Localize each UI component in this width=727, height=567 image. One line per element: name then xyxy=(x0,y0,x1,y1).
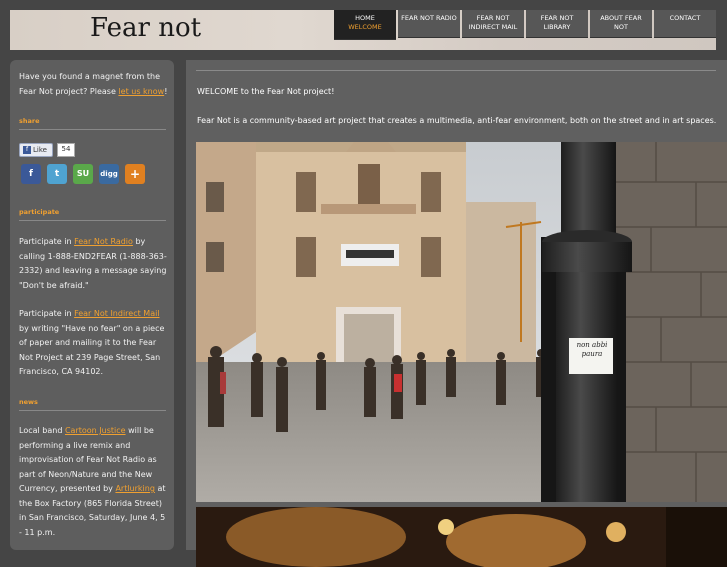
street-photo: non abbi paura xyxy=(196,142,727,502)
p2-pre: Participate in xyxy=(19,309,75,318)
nav-library-sub: LIBRARY xyxy=(543,23,571,31)
stumbleupon-share-icon[interactable]: SU xyxy=(73,164,93,184)
nav-mail-sub: INDIRECT MAIL xyxy=(468,23,518,31)
news-text: Local band Cartoon Justice will be perfo… xyxy=(19,424,169,540)
nav-home-label: HOME xyxy=(355,14,375,22)
main-content: WELCOME to the Fear Not project! Fear No… xyxy=(186,60,727,567)
second-photo-illustration xyxy=(196,507,727,567)
site-logo[interactable]: Fear not xyxy=(90,13,201,43)
nav-mail-label: FEAR NOT xyxy=(476,14,510,22)
facebook-share-icon[interactable]: f xyxy=(21,164,41,184)
like-label: Like xyxy=(33,146,47,154)
share-heading: share xyxy=(19,117,166,130)
cartoon-justice-link[interactable]: Cartoon Justice xyxy=(65,426,126,435)
n1-pre: Local band xyxy=(19,426,65,435)
nav-fear-not-radio[interactable]: FEAR NOT RADIO xyxy=(398,10,460,38)
main-nav: HOME welcome FEAR NOT RADIO FEAR NOT IND… xyxy=(334,10,718,40)
sidebar: Have you found a magnet from the Fear No… xyxy=(10,60,174,550)
second-photo xyxy=(196,507,727,567)
nav-indirect-mail[interactable]: FEAR NOT INDIRECT MAIL xyxy=(462,10,524,38)
n1-mid: will be performing a live remix and impr… xyxy=(19,426,157,493)
p2-post: by writing "Have no fear" on a piece of … xyxy=(19,323,165,377)
artlurking-link[interactable]: Artlurking xyxy=(115,484,154,493)
like-count: 54 xyxy=(57,143,75,157)
note-text: non abbi paura xyxy=(576,341,608,358)
nav-radio-label: FEAR NOT RADIO xyxy=(401,14,457,22)
participate-heading: participate xyxy=(19,208,166,221)
sidebar-intro: Have you found a magnet from the Fear No… xyxy=(19,70,169,99)
nav-about[interactable]: ABOUT FEAR NOT xyxy=(590,10,652,38)
intro-paragraph: Fear Not is a community-based art projec… xyxy=(197,116,717,125)
facebook-icon: f xyxy=(23,146,31,154)
more-share-icon[interactable]: + xyxy=(125,164,145,184)
facebook-like-button[interactable]: f Like xyxy=(19,143,53,157)
header: Fear not HOME welcome FEAR NOT RADIO FEA… xyxy=(10,10,716,50)
nav-library-label: FEAR NOT xyxy=(540,14,574,22)
nav-home[interactable]: HOME welcome xyxy=(334,10,396,40)
twitter-share-icon[interactable]: t xyxy=(47,164,67,184)
digg-share-icon[interactable]: digg xyxy=(99,164,119,184)
intro-end: ! xyxy=(164,86,168,96)
nav-contact[interactable]: CONTACT xyxy=(654,10,716,38)
p1-pre: Participate in xyxy=(19,237,75,246)
divider xyxy=(196,70,716,71)
nav-home-sub: welcome xyxy=(348,23,382,31)
nav-contact-label: CONTACT xyxy=(669,14,701,22)
welcome-text: WELCOME to the Fear Not project! xyxy=(197,87,335,96)
participate-radio-text: Participate in Fear Not Radio by calling… xyxy=(19,235,169,293)
let-us-know-link[interactable]: let us know xyxy=(118,87,164,96)
nav-library[interactable]: FEAR NOT LIBRARY xyxy=(526,10,588,38)
news-heading: news xyxy=(19,398,166,411)
fear-not-indirect-mail-link[interactable]: Fear Not Indirect Mail xyxy=(74,309,159,318)
nav-about-sub: NOT xyxy=(614,23,628,31)
participate-mail-text: Participate in Fear Not Indirect Mail by… xyxy=(19,307,169,380)
nav-about-label: ABOUT FEAR xyxy=(600,14,642,22)
street-photo-illustration xyxy=(196,142,727,502)
fear-not-radio-link[interactable]: Fear Not Radio xyxy=(74,237,133,246)
